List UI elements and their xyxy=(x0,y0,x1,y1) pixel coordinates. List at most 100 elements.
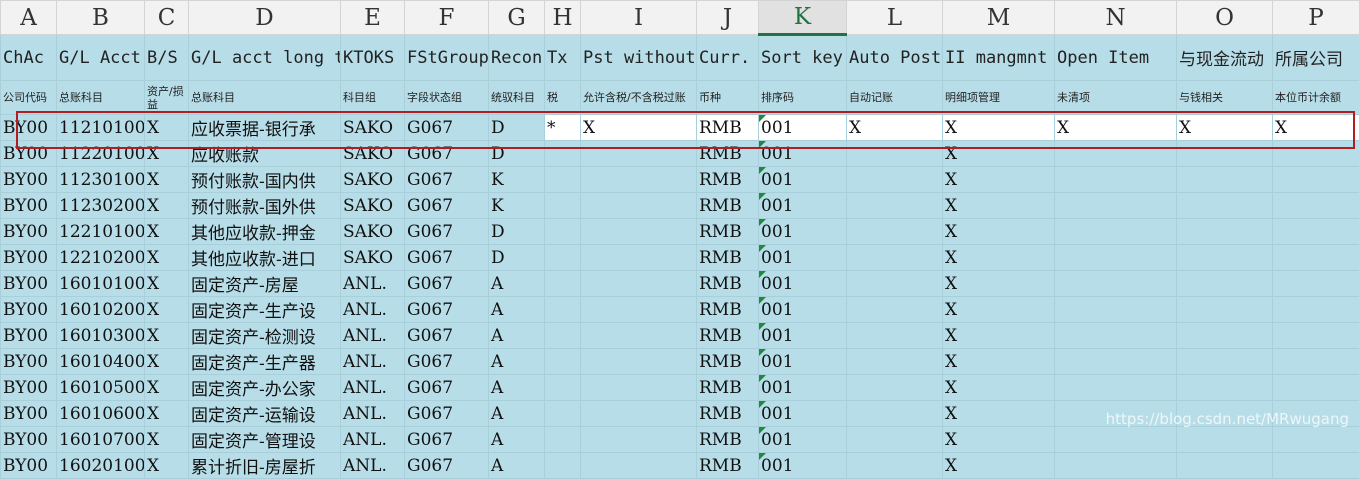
cell-N[interactable] xyxy=(1055,219,1177,245)
cell-G[interactable]: A xyxy=(489,453,545,479)
cell-B[interactable]: 11230200 xyxy=(57,193,145,219)
description-header-cell-O[interactable]: 与钱相关 xyxy=(1177,81,1273,115)
cell-O[interactable] xyxy=(1177,167,1273,193)
cell-L[interactable] xyxy=(847,219,943,245)
cell-H[interactable] xyxy=(545,167,581,193)
cell-J[interactable]: RMB xyxy=(697,427,759,453)
field-header-cell-I[interactable]: Pst without xyxy=(581,35,697,81)
cell-J[interactable]: RMB xyxy=(697,297,759,323)
cell-F[interactable]: G067 xyxy=(405,115,489,141)
cell-F[interactable]: G067 xyxy=(405,401,489,427)
cell-D[interactable]: 预付账款-国内供 xyxy=(189,167,341,193)
cell-I[interactable] xyxy=(581,141,697,167)
cell-A[interactable]: BY00 xyxy=(1,193,57,219)
cell-M[interactable]: X xyxy=(943,219,1055,245)
cell-L[interactable] xyxy=(847,167,943,193)
cell-N[interactable] xyxy=(1055,245,1177,271)
cell-P[interactable] xyxy=(1273,323,1359,349)
cell-B[interactable]: 12210200 xyxy=(57,245,145,271)
description-header-cell-I[interactable]: 允许含税/不含税过账 xyxy=(581,81,697,115)
cell-P[interactable] xyxy=(1273,219,1359,245)
cell-I[interactable] xyxy=(581,401,697,427)
cell-O[interactable] xyxy=(1177,453,1273,479)
cell-N[interactable] xyxy=(1055,375,1177,401)
cell-G[interactable]: D xyxy=(489,115,545,141)
cell-D[interactable]: 其他应收款-进口 xyxy=(189,245,341,271)
cell-C[interactable]: X xyxy=(145,323,189,349)
cell-H[interactable] xyxy=(545,141,581,167)
cell-M[interactable]: X xyxy=(943,453,1055,479)
field-header-cell-M[interactable]: II mangmnt xyxy=(943,35,1055,81)
cell-H[interactable] xyxy=(545,453,581,479)
cell-O[interactable] xyxy=(1177,141,1273,167)
cell-H[interactable] xyxy=(545,297,581,323)
description-header-cell-B[interactable]: 总账科目 xyxy=(57,81,145,115)
cell-M[interactable]: X xyxy=(943,323,1055,349)
cell-K[interactable]: 001 xyxy=(759,453,847,479)
cell-L[interactable] xyxy=(847,401,943,427)
field-header-cell-E[interactable]: KTOKS xyxy=(341,35,405,81)
description-header-cell-E[interactable]: 科目组 xyxy=(341,81,405,115)
cell-L[interactable] xyxy=(847,323,943,349)
cell-N[interactable] xyxy=(1055,167,1177,193)
cell-C[interactable]: X xyxy=(145,375,189,401)
cell-J[interactable]: RMB xyxy=(697,115,759,141)
cell-L[interactable] xyxy=(847,375,943,401)
cell-G[interactable]: A xyxy=(489,349,545,375)
cell-M[interactable]: X xyxy=(943,375,1055,401)
cell-J[interactable]: RMB xyxy=(697,375,759,401)
cell-E[interactable]: SAKO xyxy=(341,141,405,167)
cell-G[interactable]: A xyxy=(489,323,545,349)
cell-A[interactable]: BY00 xyxy=(1,271,57,297)
cell-F[interactable]: G067 xyxy=(405,453,489,479)
cell-D[interactable]: 固定资产-检测设 xyxy=(189,323,341,349)
cell-B[interactable]: 11220100 xyxy=(57,141,145,167)
cell-N[interactable]: X xyxy=(1055,115,1177,141)
cell-M[interactable]: X xyxy=(943,167,1055,193)
cell-F[interactable]: G067 xyxy=(405,375,489,401)
cell-D[interactable]: 应收票据-银行承 xyxy=(189,115,341,141)
cell-L[interactable] xyxy=(847,349,943,375)
cell-N[interactable] xyxy=(1055,349,1177,375)
cell-P[interactable] xyxy=(1273,271,1359,297)
cell-O[interactable] xyxy=(1177,349,1273,375)
cell-L[interactable] xyxy=(847,297,943,323)
cell-H[interactable]: * xyxy=(545,115,581,141)
cell-O[interactable]: X xyxy=(1177,115,1273,141)
column-letter-H[interactable]: H xyxy=(545,1,581,35)
cell-A[interactable]: BY00 xyxy=(1,297,57,323)
cell-C[interactable]: X xyxy=(145,219,189,245)
cell-C[interactable]: X xyxy=(145,167,189,193)
cell-G[interactable]: A xyxy=(489,401,545,427)
cell-H[interactable] xyxy=(545,401,581,427)
description-header-cell-F[interactable]: 字段状态组 xyxy=(405,81,489,115)
cell-K[interactable]: 001 xyxy=(759,167,847,193)
cell-K[interactable]: 001 xyxy=(759,193,847,219)
cell-E[interactable]: SAKO xyxy=(341,219,405,245)
cell-L[interactable] xyxy=(847,193,943,219)
description-header-cell-N[interactable]: 未清项 xyxy=(1055,81,1177,115)
cell-H[interactable] xyxy=(545,245,581,271)
cell-A[interactable]: BY00 xyxy=(1,141,57,167)
column-letter-J[interactable]: J xyxy=(697,1,759,35)
cell-F[interactable]: G067 xyxy=(405,323,489,349)
column-letter-N[interactable]: N xyxy=(1055,1,1177,35)
column-letter-G[interactable]: G xyxy=(489,1,545,35)
cell-N[interactable] xyxy=(1055,427,1177,453)
cell-J[interactable]: RMB xyxy=(697,271,759,297)
column-letter-C[interactable]: C xyxy=(145,1,189,35)
cell-H[interactable] xyxy=(545,219,581,245)
field-header-cell-H[interactable]: Tx xyxy=(545,35,581,81)
cell-P[interactable] xyxy=(1273,297,1359,323)
cell-J[interactable]: RMB xyxy=(697,167,759,193)
cell-B[interactable]: 11210100 xyxy=(57,115,145,141)
cell-G[interactable]: A xyxy=(489,271,545,297)
cell-J[interactable]: RMB xyxy=(697,219,759,245)
cell-C[interactable]: X xyxy=(145,427,189,453)
cell-I[interactable] xyxy=(581,297,697,323)
cell-O[interactable] xyxy=(1177,219,1273,245)
cell-C[interactable]: X xyxy=(145,141,189,167)
cell-O[interactable] xyxy=(1177,375,1273,401)
cell-N[interactable] xyxy=(1055,141,1177,167)
cell-I[interactable] xyxy=(581,375,697,401)
